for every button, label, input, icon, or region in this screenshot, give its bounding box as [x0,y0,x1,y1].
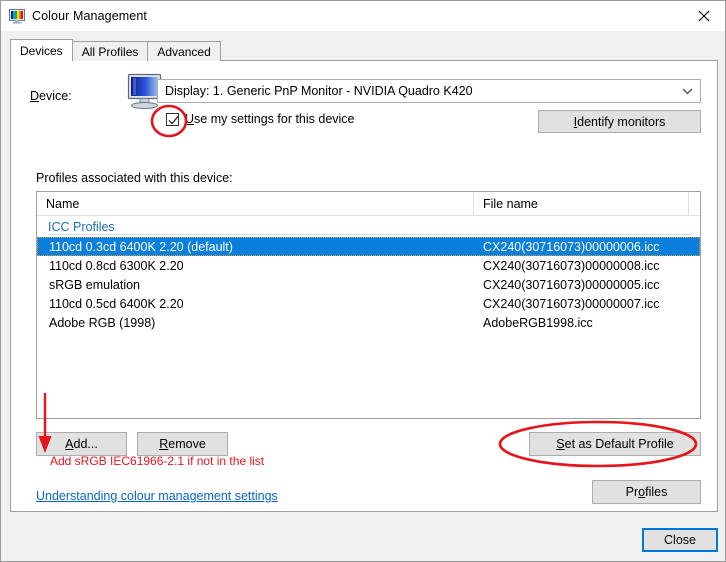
colour-monitor-icon [9,8,25,24]
title-bar: Colour Management [1,1,726,31]
use-my-settings-checkbox[interactable]: Use my settings for this device [166,112,355,126]
tab-all-profiles[interactable]: All Profiles [72,41,149,61]
profile-file-name: CX240(30716073)00000006.icc [474,240,700,254]
colour-management-dialog: Colour Management Devices All Profiles A… [0,0,726,562]
table-row[interactable]: sRGB emulation CX240(30716073)00000005.i… [37,275,700,294]
table-row[interactable]: Adobe RGB (1998) AdobeRGB1998.icc [37,313,700,332]
profiles-list-header: Name File name [37,192,700,216]
close-button[interactable]: Close [642,528,718,552]
setdef-rest: et as Default Profile [565,437,674,451]
checkbox-label-rest: se my settings for this device [194,112,354,126]
add-accel: A [65,437,73,451]
set-as-default-profile-button[interactable]: Set as Default Profile [529,432,701,456]
devices-tab-page: Device: Display: 1. Generic PnP Monitor … [10,60,718,512]
close-button-label: Close [664,533,696,547]
tab-devices-label: Devices [20,44,63,58]
table-row[interactable]: 110cd 0.5cd 6400K 2.20 CX240(30716073)00… [37,294,700,313]
understanding-colour-management-link[interactable]: Understanding colour management settings [36,489,278,503]
profile-name: sRGB emulation [37,278,474,292]
profile-file-name: CX240(30716073)00000005.icc [474,278,700,292]
profile-file-name: CX240(30716073)00000007.icc [474,297,700,311]
profile-name: 110cd 0.8cd 6300K 2.20 [37,259,474,273]
checkbox-box[interactable] [166,113,179,126]
group-header-rule [48,234,692,235]
remove-rest: emove [168,437,206,451]
window-close-icon[interactable] [681,1,726,30]
profiles-accel: o [638,485,645,499]
tab-advanced-label: Advanced [157,45,210,59]
device-label: Device: [30,89,72,103]
device-label-accel: D [30,89,39,103]
profile-file-name: AdobeRGB1998.icc [474,316,700,330]
device-label-rest: evice: [39,89,72,103]
checkmark-icon [168,115,179,126]
annotation-note: Add sRGB IEC61966-2.1 if not in the list [50,454,264,468]
profile-name: 110cd 0.3cd 6400K 2.20 (default) [37,240,474,254]
tab-advanced[interactable]: Advanced [147,41,220,61]
profiles-pre: Pr [626,485,639,499]
group-header-label: ICC Profiles [48,220,121,234]
device-combobox[interactable]: Display: 1. Generic PnP Monitor - NVIDIA… [157,79,701,103]
column-header-name[interactable]: Name [37,192,474,215]
tab-strip: Devices All Profiles Advanced [10,40,718,61]
table-row[interactable]: 110cd 0.8cd 6300K 2.20 CX240(30716073)00… [37,256,700,275]
remove-button[interactable]: Remove [137,432,228,456]
chevron-down-icon [682,80,693,102]
table-row[interactable]: 110cd 0.3cd 6400K 2.20 (default) CX240(3… [37,237,700,256]
column-header-filler [689,192,700,215]
identify-rest: dentify monitors [577,115,665,129]
window-title: Colour Management [32,9,147,23]
column-header-file-name[interactable]: File name [474,192,689,215]
profile-file-name: CX240(30716073)00000008.icc [474,259,700,273]
checkbox-label-accel: U [185,112,194,126]
profiles-associated-label: Profiles associated with this device: [36,171,233,185]
device-combobox-value: Display: 1. Generic PnP Monitor - NVIDIA… [158,84,473,98]
add-rest: dd... [74,437,98,451]
use-my-settings-label: Use my settings for this device [185,112,355,126]
profiles-button[interactable]: Profiles [592,480,701,504]
profile-name: Adobe RGB (1998) [37,316,474,330]
tab-all-profiles-label: All Profiles [82,45,139,59]
group-header-icc-profiles: ICC Profiles [37,216,700,237]
add-button[interactable]: Add... [36,432,127,456]
remove-accel: R [159,437,168,451]
profile-name: 110cd 0.5cd 6400K 2.20 [37,297,474,311]
setdef-accel: S [556,437,564,451]
identify-monitors-button[interactable]: Identify monitors [538,110,701,133]
profiles-listbox[interactable]: Name File name ICC Profiles 110cd 0.3cd … [36,191,701,419]
tab-devices[interactable]: Devices [10,39,73,61]
profiles-rest: files [645,485,667,499]
